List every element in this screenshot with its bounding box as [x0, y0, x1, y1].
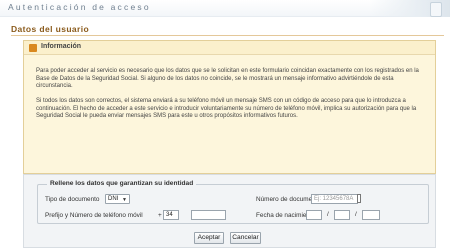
phone-prefix-input[interactable]: 34 — [163, 210, 179, 220]
page-title: Datos del usuario — [11, 24, 90, 34]
title-divider — [11, 35, 444, 36]
text-cursor — [357, 194, 361, 203]
header-decoration — [370, 0, 450, 17]
date-separator-1: / — [327, 211, 329, 218]
info-paragraph-1: Para poder acceder al servicio es necesa… — [36, 68, 419, 89]
doc-number-placeholder: Ej: 12345678A — [314, 196, 354, 202]
app-header: Autenticación de acceso — [0, 0, 450, 17]
app-title: Autenticación de acceso — [8, 2, 151, 12]
cancel-button[interactable]: Cancelar — [230, 232, 261, 244]
info-box: Información Para poder acceder al servic… — [23, 40, 436, 174]
date-separator-2: / — [355, 211, 357, 218]
phone-label: Prefijo y Número de teléfono móvil — [45, 212, 143, 219]
birth-month-input[interactable] — [334, 210, 350, 220]
info-icon — [29, 44, 37, 52]
phone-plus-sign: + — [158, 212, 162, 219]
birth-day-input[interactable] — [306, 210, 322, 220]
identity-fieldset: Rellene los datos que garantizan su iden… — [37, 180, 429, 224]
fieldset-legend: Rellene los datos que garantizan su iden… — [47, 180, 197, 187]
info-paragraph-2: Si todos los datos son correctos, el sis… — [36, 98, 417, 119]
chevron-down-icon: ▼ — [122, 197, 127, 203]
info-header: Información — [24, 41, 435, 55]
doc-number-input[interactable]: Ej: 12345678A — [311, 194, 358, 204]
info-title: Información — [41, 43, 82, 50]
birth-year-input[interactable] — [362, 210, 380, 220]
phone-prefix-value: 34 — [166, 212, 173, 218]
accept-button[interactable]: Aceptar — [194, 232, 224, 244]
doc-type-select[interactable]: DNI ▼ — [105, 194, 130, 204]
identity-form-panel: Rellene los datos que garantizan su iden… — [23, 174, 436, 248]
doc-type-label: Tipo de documento — [45, 196, 100, 203]
doc-type-value: DNI — [108, 196, 119, 202]
phone-number-input[interactable] — [191, 210, 226, 220]
